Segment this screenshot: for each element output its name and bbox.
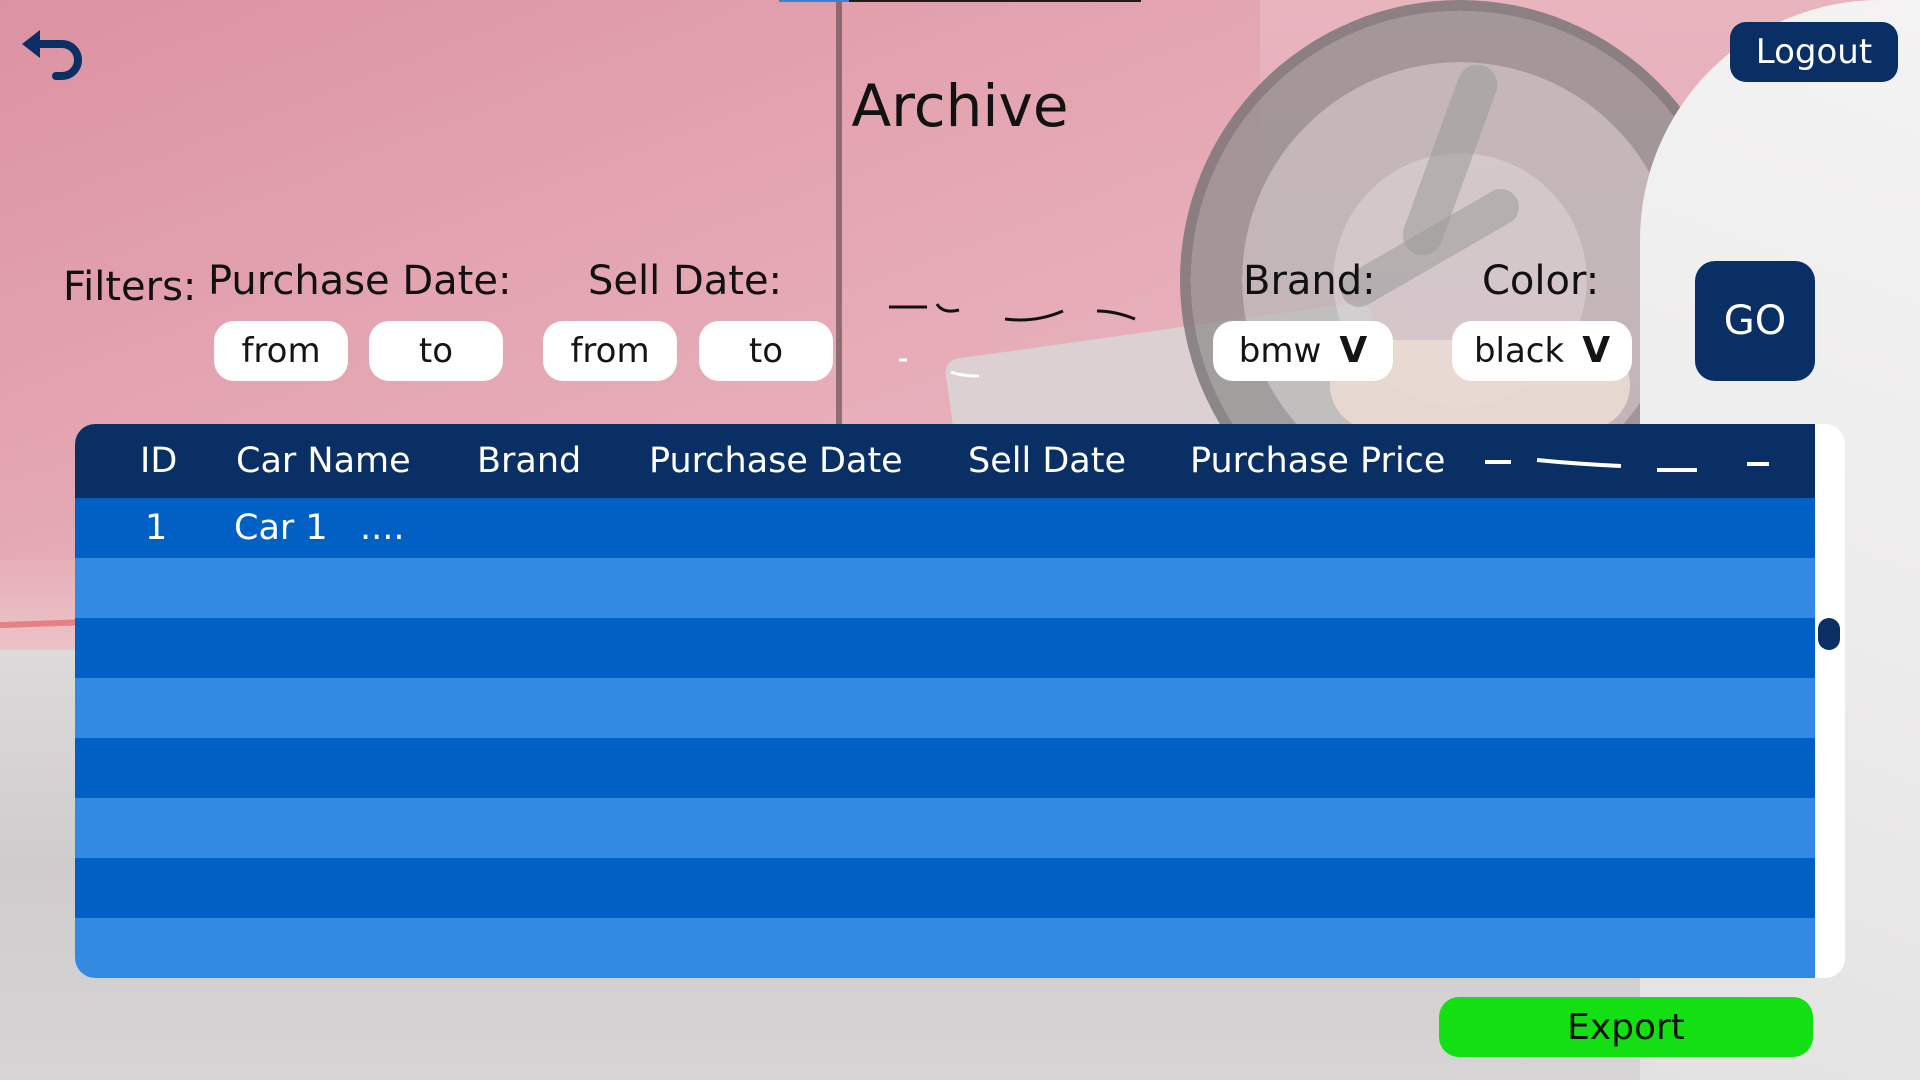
column-header-purchase-price[interactable]: Purchase Price <box>1190 424 1445 498</box>
color-select-value: black <box>1473 331 1565 371</box>
table-row[interactable] <box>75 858 1815 918</box>
color-select[interactable]: black V <box>1452 321 1632 381</box>
brand-label: Brand: <box>1243 258 1376 304</box>
placeholder-scribble <box>1485 458 1769 472</box>
purchase-date-from-button[interactable]: from <box>214 321 348 381</box>
cell-more: .... <box>360 508 405 548</box>
sell-date-from-button[interactable]: from <box>543 321 677 381</box>
chevron-down-icon: V <box>1582 330 1611 371</box>
purchase-date-to-button[interactable]: to <box>369 321 503 381</box>
page-title: Archive <box>851 72 1069 140</box>
table-row[interactable] <box>75 618 1815 678</box>
sell-date-to-button[interactable]: to <box>699 321 833 381</box>
brand-select[interactable]: bmw V <box>1213 321 1393 381</box>
scrollbar-thumb[interactable] <box>1818 618 1840 650</box>
color-label: Color: <box>1482 258 1600 304</box>
export-button[interactable]: Export <box>1439 997 1813 1057</box>
top-progress-indicator <box>779 0 1141 2</box>
column-header-id[interactable]: ID <box>140 424 177 498</box>
brand-select-value: bmw <box>1238 331 1322 371</box>
table-row[interactable] <box>75 798 1815 858</box>
table-row[interactable] <box>75 918 1815 978</box>
cell-car-name: Car 1 <box>234 508 328 548</box>
sell-date-label: Sell Date: <box>588 258 783 304</box>
chevron-down-icon: V <box>1339 330 1368 371</box>
table-row[interactable] <box>75 678 1815 738</box>
go-button[interactable]: GO <box>1695 261 1815 381</box>
column-header-purchase-date[interactable]: Purchase Date <box>649 424 903 498</box>
archive-screen: Archive Logout Filters: Purchase Date: f… <box>0 0 1920 1080</box>
filters-label: Filters: <box>63 264 197 310</box>
table-row[interactable] <box>75 738 1815 798</box>
table-header: ID Car Name Brand Purchase Date Sell Dat… <box>75 424 1815 498</box>
archive-table: ID Car Name Brand Purchase Date Sell Dat… <box>75 424 1845 978</box>
logout-button[interactable]: Logout <box>1730 22 1898 82</box>
scrollbar-track[interactable] <box>1815 424 1845 978</box>
purchase-date-label: Purchase Date: <box>208 258 512 304</box>
table-row[interactable] <box>75 558 1815 618</box>
cell-id: 1 <box>145 508 168 548</box>
column-header-brand[interactable]: Brand <box>477 424 581 498</box>
placeholder-scribble <box>889 303 1136 378</box>
column-header-sell-date[interactable]: Sell Date <box>968 424 1126 498</box>
column-header-car-name[interactable]: Car Name <box>236 424 411 498</box>
table-row[interactable]: 1 Car 1 .... <box>75 498 1815 558</box>
